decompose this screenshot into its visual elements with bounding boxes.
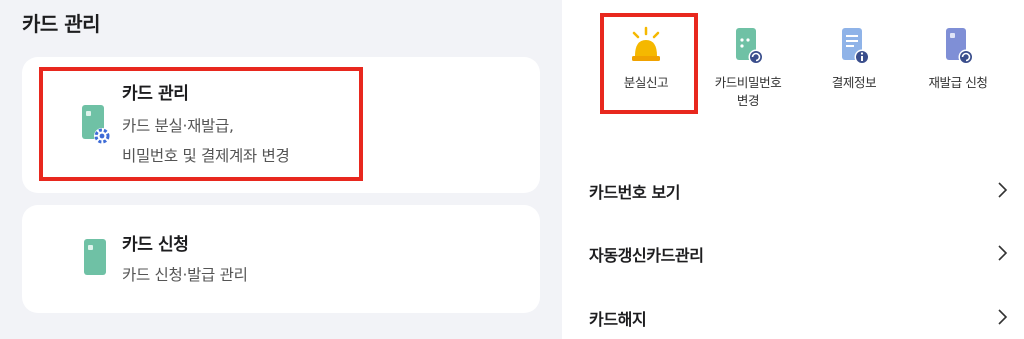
quick-action-reissue-request[interactable]: 재발급 신청 [908,26,1008,92]
quick-action-label: 카드비밀번호 변경 [698,74,798,110]
quick-action-label: 결제정보 [831,75,877,90]
chevron-right-icon [998,245,1008,261]
chevron-right-icon [998,182,1008,198]
alarm-siren-icon [632,26,660,61]
quick-action-label: 분실신고 [623,75,669,90]
card-apply-title: 카드 신청 [122,235,189,255]
menu-item-view-card-number[interactable]: 카드번호 보기 [589,170,1009,210]
card-apply-item[interactable]: 카드 신청 카드 신청·발급 관리 [22,205,540,313]
card-gear-icon [82,105,110,144]
card-manage-item[interactable]: 카드 관리 카드 분실·재발급, 비밀번호 및 결제계좌 변경 [22,57,540,193]
card-icon [84,239,106,275]
quick-action-lost-report[interactable]: 분실신고 [596,26,696,92]
menu-item-label: 카드번호 보기 [589,183,681,202]
section-title: 카드 관리 [22,12,101,36]
menu-item-label: 카드해지 [589,310,647,329]
quick-action-label-line1: 카드비밀번호 [714,75,782,90]
card-manage-desc: 카드 분실·재발급, 비밀번호 및 결제계좌 변경 [122,111,382,171]
quick-action-label-line2: 변경 [736,93,760,108]
document-info-icon [842,28,870,65]
quick-action-payment-info[interactable]: 결제정보 [804,26,904,92]
card-actions-panel: 분실신고 카드비밀번호 변경 결제정보 재발급 신청 카드번호 보기 자동갱신카… [562,0,1024,339]
menu-item-auto-renewal-card[interactable]: 자동갱신카드관리 [589,233,1009,273]
menu-item-label: 자동갱신카드관리 [589,246,704,265]
card-reissue-icon [946,28,974,65]
menu-item-card-cancel[interactable]: 카드해지 [589,297,1009,337]
card-management-panel: 카드 관리 카드 관리 카드 분실·재발급, 비밀번호 및 결제계좌 변경 카드… [0,0,562,339]
card-password-change-icon [736,28,764,65]
card-manage-title: 카드 관리 [122,84,189,104]
card-manage-desc-line2: 비밀번호 및 결제계좌 변경 [122,147,290,165]
chevron-right-icon [998,309,1008,325]
quick-action-label: 재발급 신청 [928,75,988,90]
card-manage-desc-line1: 카드 분실·재발급, [122,117,234,135]
card-apply-desc: 카드 신청·발급 관리 [122,266,248,284]
quick-action-card-password-change[interactable]: 카드비밀번호 변경 [698,26,798,110]
